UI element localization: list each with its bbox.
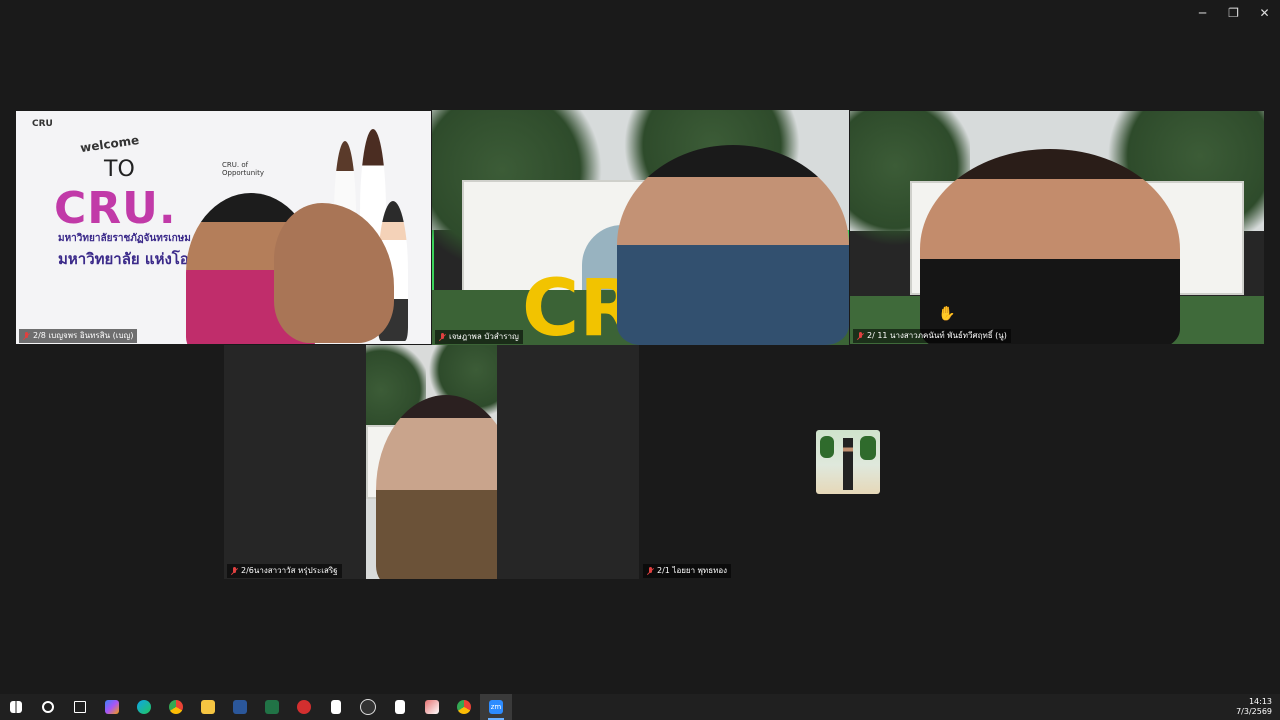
clock-time: 14:13 [1248,697,1272,706]
slide-cru: CRU. [54,183,177,234]
slide-tagline: CRU. of Opportunity [222,161,265,177]
video-tile-4[interactable]: 2/6นางสาวาวัส หรุ่ประเสริฐ [224,345,639,579]
profile-plant [820,436,834,458]
muted-mic-icon [857,331,864,341]
chrome-icon[interactable] [160,694,192,720]
app-icon[interactable] [416,694,448,720]
file-explorer-icon[interactable] [192,694,224,720]
chrome-icon[interactable] [448,694,480,720]
word-icon[interactable] [224,694,256,720]
taskbar: zm 14:13 7/3/2569 [0,694,1280,720]
task-view-icon[interactable] [64,694,96,720]
clock-date: 7/3/2569 [1236,707,1272,716]
participant-name-3: 2/ 11 นางสาวภคนันท์ พันธ์ทวีศฤทธิ์ (นู) [853,329,1011,343]
muted-mic-icon [439,332,446,342]
restore-button[interactable]: ❐ [1218,0,1249,26]
video-tile-2[interactable]: CR เจษฎาพล บัวสำราญ [432,110,849,345]
profile-picture [816,430,880,494]
document-icon[interactable] [320,694,352,720]
profile-plant [860,436,876,460]
system-clock[interactable]: 14:13 7/3/2569 [1236,697,1272,717]
slide-university-line1: มหาวิทยาลัยราชภัฏจันทรเกษม [58,233,191,244]
raise-hand-cursor-icon: ✋ [938,306,956,322]
participant-figure [920,149,1180,344]
portrait-video [366,345,497,579]
participant-figure [617,145,849,345]
muted-mic-icon [647,566,654,576]
minimize-button[interactable]: ─ [1187,0,1218,26]
video-tile-3[interactable]: ✋ 2/ 11 นางสาวภคนันท์ พันธ์ทวีศฤทธิ์ (นู… [850,111,1264,344]
participant-name-5: 2/1 ไอยยา พุทธทอง [643,564,732,578]
document-icon[interactable] [384,694,416,720]
muted-mic-icon [23,331,30,341]
copilot-icon[interactable] [96,694,128,720]
participant-name-2: เจษฎาพล บัวสำราญ [435,330,523,344]
excel-icon[interactable] [256,694,288,720]
zoom-icon[interactable]: zm [480,694,512,720]
slide-to: TO [104,157,135,182]
profile-person [843,438,853,490]
obs-icon[interactable] [352,694,384,720]
search-icon[interactable] [32,694,64,720]
acrobat-icon[interactable] [288,694,320,720]
muted-mic-icon [231,566,238,576]
edge-icon[interactable] [128,694,160,720]
windows-start-icon[interactable] [0,694,32,720]
slide-brand: CRU [32,119,53,129]
participant-name-1: 2/8 เบญจพร อินทรสิน (เบญ) [19,329,138,343]
participant-name-4: 2/6นางสาวาวัส หรุ่ประเสริฐ [227,564,342,578]
close-button[interactable]: ✕ [1249,0,1280,26]
window-controls: ─ ❐ ✕ [1187,0,1280,26]
slide-welcome: welcome [79,132,141,156]
video-tile-1[interactable]: CRU welcome TO CRU. CRU. of Opportunity … [16,111,431,344]
